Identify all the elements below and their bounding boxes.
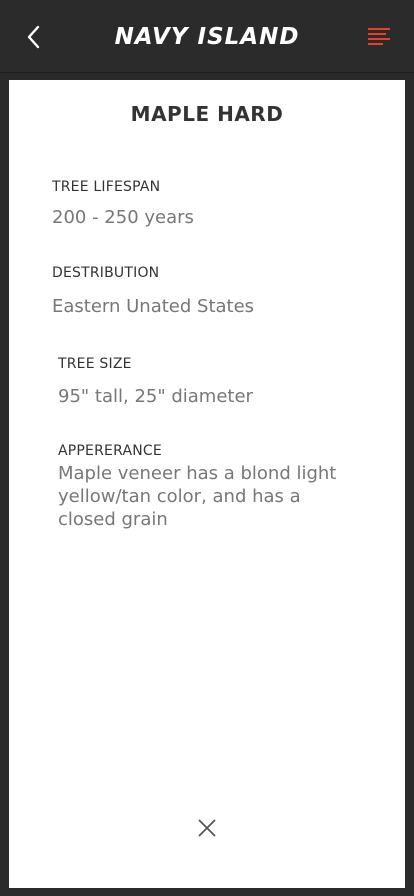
top-bar: NAVY ISLAND	[0, 0, 414, 73]
distribution-label: DESTRIBUTION	[52, 265, 160, 281]
detail-sheet: MAPLE HARD TREE LIFESPAN 200 - 250 years…	[9, 80, 405, 888]
appearance-value: Maple veneer has a blond light yellow/ta…	[58, 463, 337, 530]
tree-size-value: 95" tall, 25" diameter	[58, 386, 253, 407]
distribution-value: Eastern Unated States	[52, 296, 255, 317]
close-button[interactable]	[194, 815, 220, 841]
brand-logo: NAVY ISLAND	[114, 24, 300, 50]
appearance-label: APPERERANCE	[58, 443, 162, 459]
menu-lines-icon	[368, 28, 390, 45]
app-screen: NAVY ISLAND MAPLE HARD TREE LIFESPAN 200…	[0, 0, 414, 896]
close-icon	[198, 819, 216, 837]
lifespan-label: TREE LIFESPAN	[52, 179, 161, 195]
tree-size-label: TREE SIZE	[58, 356, 132, 372]
menu-button[interactable]	[366, 24, 392, 50]
wood-title: MAPLE HARD	[130, 102, 284, 126]
lifespan-value: 200 - 250 years	[52, 207, 194, 228]
